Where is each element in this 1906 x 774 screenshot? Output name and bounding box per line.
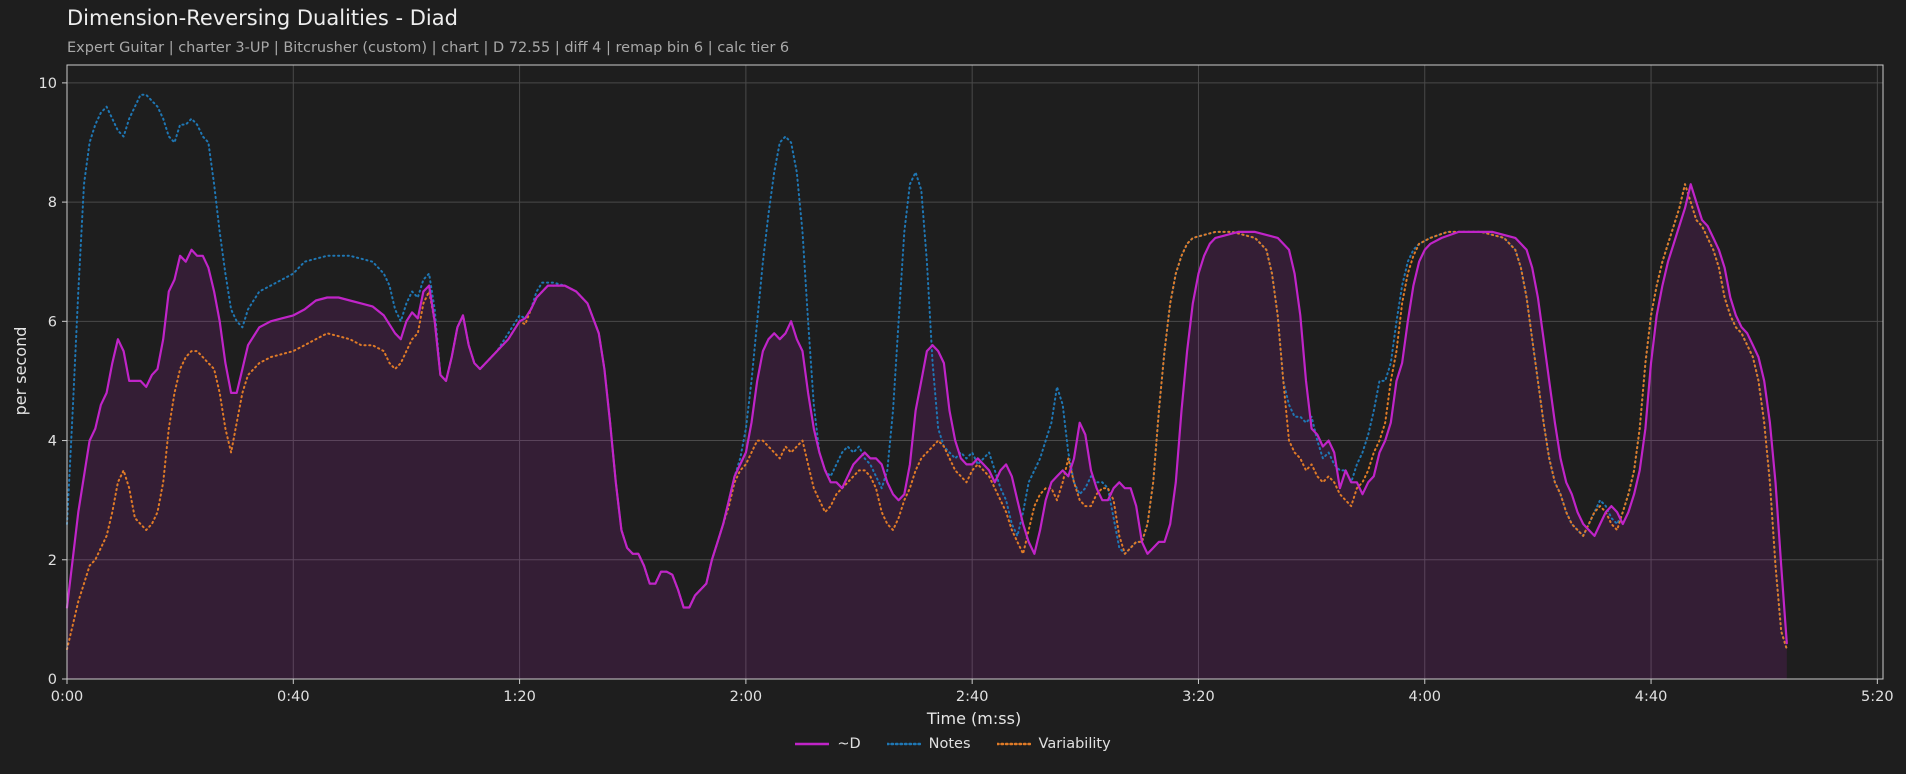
x-tick-label: 0:00 — [51, 689, 84, 705]
x-tick-label: 2:40 — [956, 689, 989, 705]
y-tick-label: 6 — [48, 314, 57, 330]
legend-item-variability: Variability — [996, 736, 1111, 752]
y-tick-label: 2 — [48, 553, 57, 569]
x-axis-label: Time (m:ss) — [926, 709, 1021, 728]
x-tick-label: 4:40 — [1635, 689, 1668, 705]
line-chart: 0:00 0:40 1:20 2:00 2:40 3:20 4:00 4:40 5:20 0 2 4… — [11, 64, 1894, 728]
legend-swatch-notes — [886, 742, 921, 746]
y-tick-label: 0 — [48, 672, 57, 688]
x-tick-label: 5:20 — [1861, 689, 1894, 705]
legend-item-d: ~D — [795, 736, 861, 752]
y-axis: 0 2 4 6 8 10 — [39, 76, 67, 688]
legend-swatch-variability — [996, 742, 1031, 746]
x-axis: 0:00 0:40 1:20 2:00 2:40 3:20 4:00 4:40 5:20 — [51, 679, 1894, 705]
x-tick-label: 2:00 — [730, 689, 763, 705]
y-tick-label: 8 — [48, 195, 57, 211]
y-tick-label: 10 — [39, 76, 57, 92]
x-tick-label: 3:20 — [1182, 689, 1215, 705]
legend-item-notes: Notes — [886, 736, 971, 752]
x-tick-label: 1:20 — [503, 689, 536, 705]
legend-swatch-d — [795, 742, 830, 746]
legend-label-variability: Variability — [1038, 736, 1111, 752]
y-tick-label: 4 — [48, 434, 57, 450]
legend-label-notes: Notes — [928, 736, 971, 752]
x-tick-label: 4:00 — [1408, 689, 1441, 705]
legend: ~D Notes Variability — [0, 736, 1906, 752]
legend-label-d: ~D — [837, 736, 861, 752]
y-axis-label: per second — [11, 327, 30, 416]
x-tick-label: 0:40 — [277, 689, 310, 705]
